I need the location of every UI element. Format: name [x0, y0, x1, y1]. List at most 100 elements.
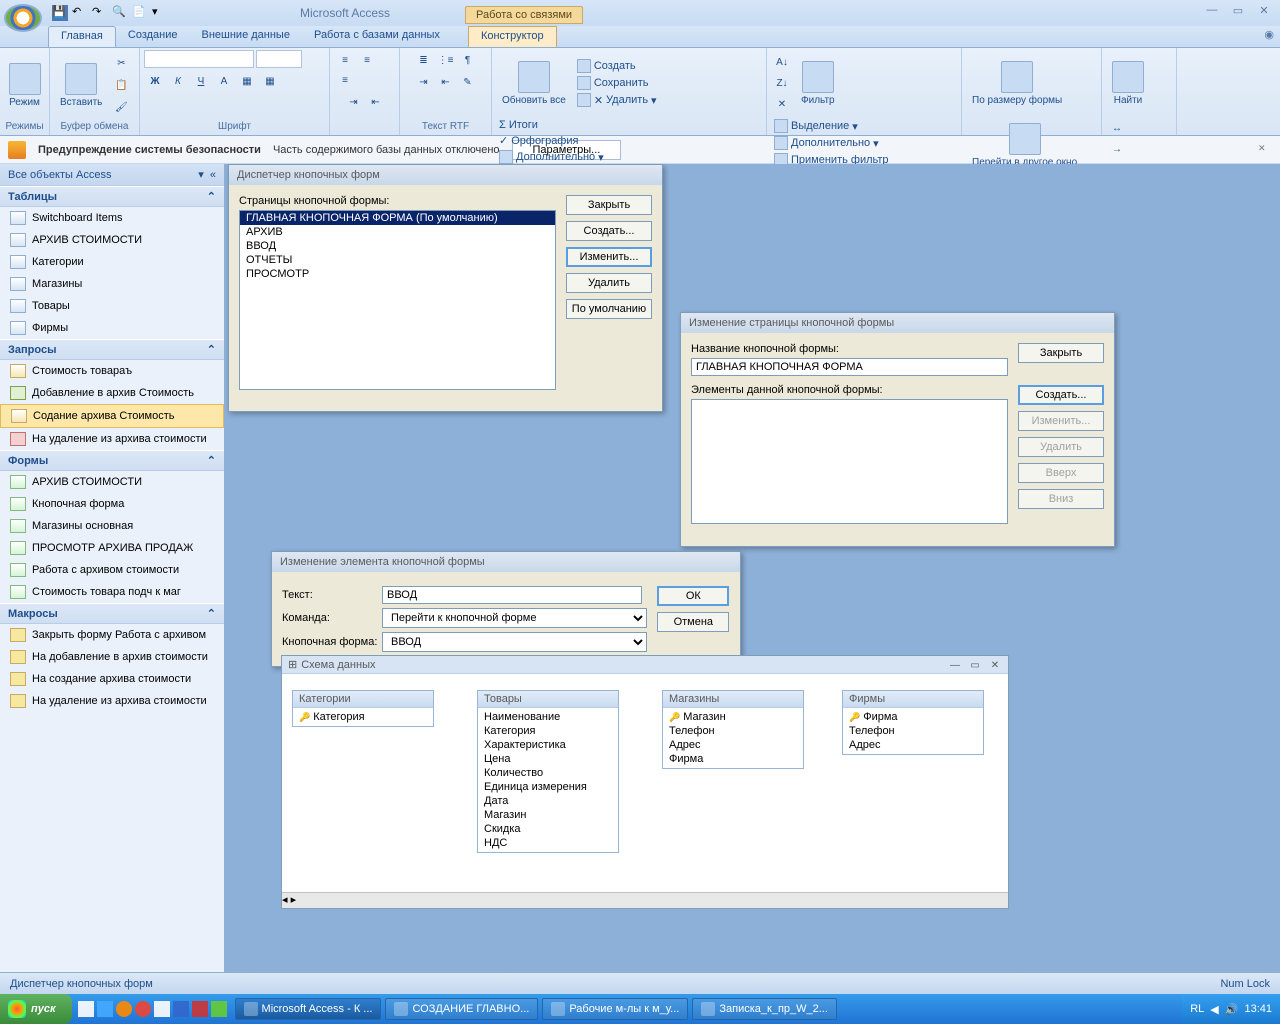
- find-button[interactable]: Найти: [1106, 50, 1150, 116]
- align-right-icon[interactable]: ≡: [334, 70, 356, 90]
- close-button[interactable]: Закрыть: [1018, 343, 1104, 363]
- bullet-icon[interactable]: ≣: [413, 50, 435, 70]
- default-button[interactable]: По умолчанию: [566, 299, 652, 319]
- list-item[interactable]: ОТЧЕТЫ: [240, 253, 555, 267]
- clear-sort-icon[interactable]: ✕: [771, 94, 793, 114]
- indent2-icon[interactable]: ⇥: [413, 72, 435, 92]
- close-icon[interactable]: ✕: [1252, 2, 1276, 18]
- copy-icon[interactable]: 📋: [110, 75, 132, 95]
- nav-item[interactable]: Товары: [0, 295, 224, 317]
- nav-item[interactable]: АРХИВ СТОИМОСТИ: [0, 229, 224, 251]
- ql-icon[interactable]: [78, 1001, 94, 1017]
- taskbar-item[interactable]: СОЗДАНИЕ ГЛАВНО...: [385, 998, 538, 1020]
- refresh-button[interactable]: Обновить все: [496, 50, 572, 116]
- ql-icon[interactable]: [154, 1001, 170, 1017]
- bold-icon[interactable]: Ж: [144, 71, 166, 91]
- outdent-icon[interactable]: ⇤: [365, 92, 387, 112]
- tab-home[interactable]: Главная: [48, 26, 116, 47]
- schema-table[interactable]: Категории🔑Категория: [292, 690, 434, 727]
- command-select[interactable]: Перейти к кнопочной форме: [382, 608, 647, 628]
- undo-icon[interactable]: ↶: [72, 5, 88, 21]
- create-button[interactable]: Создать...: [566, 221, 652, 241]
- list-item[interactable]: ГЛАВНАЯ КНОПОЧНАЯ ФОРМА (По умолчанию): [240, 211, 555, 225]
- nav-item[interactable]: Содание архива Стоимость: [0, 404, 224, 428]
- close-icon[interactable]: ✕: [1258, 143, 1272, 157]
- close-icon[interactable]: ✕: [986, 658, 1004, 672]
- list-item[interactable]: ПРОСМОТР: [240, 267, 555, 281]
- maximize-icon[interactable]: ▭: [966, 658, 984, 672]
- ok-button[interactable]: ОК: [657, 586, 729, 606]
- tab-design[interactable]: Конструктор: [468, 26, 557, 47]
- nav-item[interactable]: ПРОСМОТР АРХИВА ПРОДАЖ: [0, 537, 224, 559]
- name-input[interactable]: [691, 358, 1008, 376]
- qat-icon[interactable]: 📄: [132, 5, 148, 21]
- format-painter-icon[interactable]: 🖌: [110, 97, 132, 117]
- tab-external[interactable]: Внешние данные: [190, 26, 302, 47]
- down-button[interactable]: Вниз: [1018, 489, 1104, 509]
- form-select[interactable]: ВВОД: [382, 632, 647, 652]
- nav-item[interactable]: Магазины основная: [0, 515, 224, 537]
- totals-button[interactable]: Σ Итоги: [496, 118, 607, 132]
- close-button[interactable]: Закрыть: [566, 195, 652, 215]
- text-input[interactable]: [382, 586, 642, 604]
- goto-icon[interactable]: →: [1106, 139, 1128, 159]
- edit-button[interactable]: Изменить...: [1018, 411, 1104, 431]
- delete-button[interactable]: Удалить: [1018, 437, 1104, 457]
- spelling-button[interactable]: ✓ Орфография: [496, 133, 607, 148]
- nav-group-header[interactable]: Таблицы⌃: [0, 186, 224, 207]
- chevron-down-icon[interactable]: ▾: [152, 5, 168, 21]
- number-icon[interactable]: ⋮≡: [435, 50, 457, 70]
- nav-item[interactable]: Работа с архивом стоимости: [0, 559, 224, 581]
- ql-icon[interactable]: [116, 1001, 132, 1017]
- nav-header[interactable]: Все объекты Access▾ «: [0, 164, 224, 186]
- nav-item[interactable]: Добавление в архив Стоимость: [0, 382, 224, 404]
- nav-item[interactable]: Категории: [0, 251, 224, 273]
- nav-item[interactable]: Стоимость товара подч к маг: [0, 581, 224, 603]
- tab-create[interactable]: Создание: [116, 26, 190, 47]
- nav-item[interactable]: Фирмы: [0, 317, 224, 339]
- sort-desc-icon[interactable]: Z↓: [771, 73, 793, 93]
- up-button[interactable]: Вверх: [1018, 463, 1104, 483]
- font-color-icon[interactable]: A: [213, 71, 235, 91]
- items-listbox[interactable]: [691, 399, 1008, 524]
- tray-icon[interactable]: 🔊: [1225, 1003, 1239, 1016]
- taskbar-item[interactable]: Рабочие м-лы к м_у...: [542, 998, 688, 1020]
- scrollbar[interactable]: ◂ ▸: [282, 892, 1008, 908]
- fit-form-button[interactable]: По размеру формы: [966, 50, 1068, 116]
- fontsize-combo[interactable]: [256, 50, 302, 68]
- nav-group-header[interactable]: Запросы⌃: [0, 339, 224, 360]
- cut-icon[interactable]: ✂: [110, 53, 132, 73]
- tab-dbtools[interactable]: Работа с базами данных: [302, 26, 452, 47]
- clock[interactable]: 13:41: [1244, 1003, 1272, 1015]
- nav-group-header[interactable]: Формы⌃: [0, 450, 224, 471]
- ql-icon[interactable]: [135, 1001, 151, 1017]
- outdent2-icon[interactable]: ⇤: [435, 72, 457, 92]
- nav-item[interactable]: АРХИВ СТОИМОСТИ: [0, 471, 224, 493]
- nav-item[interactable]: На удаление из архива стоимости: [0, 690, 224, 712]
- list-item[interactable]: ВВОД: [240, 239, 555, 253]
- qat-icon[interactable]: 🔍: [112, 5, 128, 21]
- help-icon[interactable]: ◉: [1258, 26, 1280, 47]
- taskbar-item[interactable]: Microsoft Access - К ...: [235, 998, 382, 1020]
- nav-group-header[interactable]: Макросы⌃: [0, 603, 224, 624]
- create-button[interactable]: Создать...: [1018, 385, 1104, 405]
- save-icon[interactable]: 💾: [52, 5, 68, 21]
- schema-table[interactable]: Магазины🔑МагазинТелефонАдресФирма: [662, 690, 804, 769]
- lang-indicator[interactable]: RL: [1190, 1003, 1204, 1015]
- ql-icon[interactable]: [97, 1001, 113, 1017]
- office-button[interactable]: [4, 4, 42, 32]
- filter-button[interactable]: Фильтр: [795, 50, 841, 116]
- new-record-button[interactable]: Создать: [574, 58, 660, 74]
- more-button[interactable]: Дополнительно ▾: [496, 149, 607, 165]
- cancel-button[interactable]: Отмена: [657, 612, 729, 632]
- redo-icon[interactable]: ↷: [92, 5, 108, 21]
- advanced-button[interactable]: Дополнительно ▾: [771, 135, 892, 151]
- list-item[interactable]: АРХИВ: [240, 225, 555, 239]
- align-center-icon[interactable]: ≡: [356, 50, 378, 70]
- save-record-button[interactable]: Сохранить: [574, 75, 660, 91]
- indent-icon[interactable]: ⇥: [343, 92, 365, 112]
- italic-icon[interactable]: К: [167, 71, 189, 91]
- view-button[interactable]: Режим: [4, 52, 45, 118]
- start-button[interactable]: пуск: [0, 994, 72, 1024]
- tray-icon[interactable]: ◀: [1210, 1003, 1218, 1016]
